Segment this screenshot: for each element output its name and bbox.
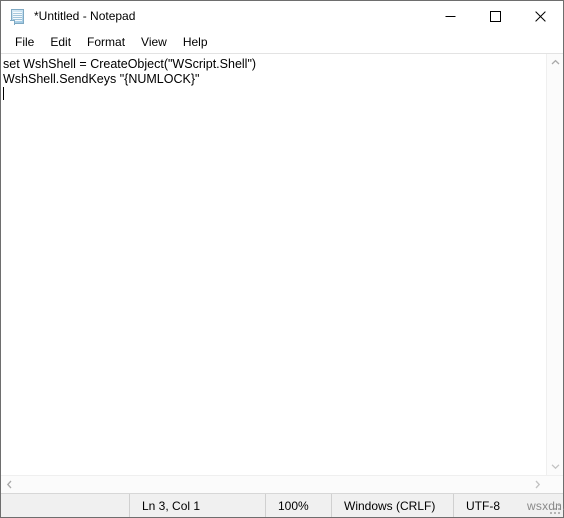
menu-item-edit[interactable]: Edit [42, 34, 79, 51]
close-button[interactable] [518, 1, 563, 31]
notepad-icon [9, 8, 26, 25]
chevron-right-icon [534, 480, 541, 489]
maximize-icon [490, 10, 501, 22]
editor-line-1: set WshShell = CreateObject("WScript.She… [3, 57, 257, 71]
chevron-down-icon [551, 463, 560, 470]
horizontal-scroll-track[interactable] [18, 476, 529, 493]
window-controls [428, 1, 563, 31]
chevron-up-icon [551, 59, 560, 66]
chevron-left-icon [6, 480, 13, 489]
scroll-down-button[interactable] [547, 458, 564, 475]
scroll-right-button[interactable] [529, 476, 546, 493]
status-encoding: UTF-8 [453, 494, 525, 517]
menu-item-file[interactable]: File [7, 34, 42, 51]
text-caret [3, 87, 4, 100]
close-icon [535, 10, 546, 22]
vertical-scrollbar[interactable] [546, 54, 563, 475]
minimize-icon [445, 11, 456, 22]
status-position: Ln 3, Col 1 [129, 494, 265, 517]
horizontal-scrollbar[interactable] [1, 476, 546, 493]
editor-line-2: WshShell.SendKeys "{NUMLOCK}" [3, 72, 200, 86]
scrollbar-corner [546, 476, 563, 493]
menu-item-format[interactable]: Format [79, 34, 133, 51]
menu-item-view[interactable]: View [133, 34, 175, 51]
status-zoom[interactable]: 100% [265, 494, 331, 517]
editor-row: set WshShell = CreateObject("WScript.She… [1, 54, 563, 475]
vertical-scroll-track[interactable] [547, 71, 564, 458]
maximize-button[interactable] [473, 1, 518, 31]
scroll-up-button[interactable] [547, 54, 564, 71]
resize-grip[interactable] [550, 504, 560, 514]
menu-bar: File Edit Format View Help [1, 31, 563, 54]
notepad-window: *Untitled - Notepad File Edit Format Vie… [0, 0, 564, 518]
editor-line-3 [3, 87, 546, 102]
title-bar-left: *Untitled - Notepad [1, 8, 428, 25]
editor-area: set WshShell = CreateObject("WScript.She… [1, 54, 563, 493]
window-title: *Untitled - Notepad [34, 9, 136, 23]
scroll-left-button[interactable] [1, 476, 18, 493]
status-line-ending: Windows (CRLF) [331, 494, 453, 517]
horizontal-scrollbar-row [1, 475, 563, 493]
status-bar: Ln 3, Col 1 100% Windows (CRLF) UTF-8 ws… [1, 493, 564, 517]
minimize-button[interactable] [428, 1, 473, 31]
menu-item-help[interactable]: Help [175, 34, 216, 51]
text-editor[interactable]: set WshShell = CreateObject("WScript.She… [1, 54, 546, 475]
title-bar[interactable]: *Untitled - Notepad [1, 1, 563, 31]
